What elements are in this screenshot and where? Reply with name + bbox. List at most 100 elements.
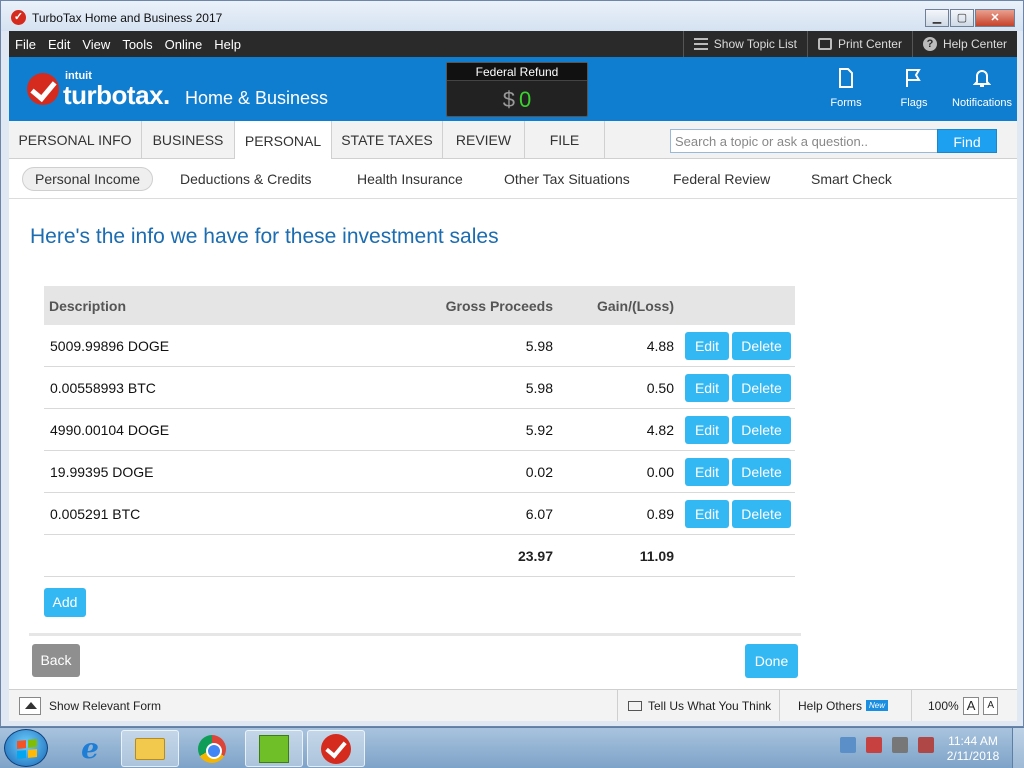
- subtab-personal-income[interactable]: Personal Income: [22, 167, 154, 191]
- total-gain: 11.09: [639, 548, 674, 564]
- zoom-controls: 100% A A: [911, 690, 1017, 721]
- print-center-button[interactable]: Print Center: [806, 31, 912, 57]
- row-gain: 0.89: [646, 506, 674, 522]
- zoom-in-button[interactable]: A: [962, 696, 980, 715]
- tab-state-taxes[interactable]: STATE TAXES: [332, 121, 443, 159]
- flags-button[interactable]: Flags: [881, 67, 947, 109]
- row-description: 5009.99896 DOGE: [50, 338, 170, 354]
- delete-button[interactable]: Delete: [732, 458, 791, 486]
- row-gain: 0.00: [646, 464, 674, 480]
- tab-file[interactable]: FILE: [525, 121, 605, 159]
- menu-file[interactable]: File: [15, 37, 36, 52]
- find-button[interactable]: Find: [937, 129, 997, 153]
- maximize-icon[interactable]: ▢: [950, 9, 974, 27]
- row-description: 19.99395 DOGE: [50, 464, 154, 480]
- investment-sales-table: Description Gross Proceeds Gain/(Loss) 5…: [44, 286, 795, 577]
- row-proceeds: 6.07: [525, 506, 553, 522]
- edit-button[interactable]: Edit: [685, 458, 729, 486]
- forms-label: Forms: [830, 97, 862, 109]
- menu-view[interactable]: View: [82, 37, 110, 52]
- action-center-icon[interactable]: [840, 737, 856, 753]
- title-bar[interactable]: ✓ TurboTax Home and Business 2017 ▁ ▢ ✕: [1, 1, 1023, 31]
- federal-refund-meter[interactable]: Federal Refund $0: [446, 62, 588, 117]
- menu-edit[interactable]: Edit: [48, 37, 70, 52]
- subtab-smart-check[interactable]: Smart Check: [811, 167, 892, 191]
- feedback-label: Tell Us What You Think: [648, 698, 772, 713]
- total-proceeds: 23.97: [517, 548, 553, 564]
- network-icon[interactable]: [866, 737, 882, 753]
- show-desktop-button[interactable]: [1012, 728, 1024, 768]
- taskbar: e 11:44 AM 2/11/2018: [0, 727, 1024, 768]
- show-relevant-form-button[interactable]: Show Relevant Form: [19, 697, 161, 715]
- zoom-level: 100%: [928, 698, 959, 713]
- flags-label: Flags: [900, 97, 928, 109]
- zoom-out-button[interactable]: A: [983, 696, 999, 715]
- taskbar-chrome[interactable]: [183, 730, 241, 767]
- app-window: ✓ TurboTax Home and Business 2017 ▁ ▢ ✕ …: [0, 0, 1024, 727]
- delete-button[interactable]: Delete: [732, 416, 791, 444]
- main-tabs: PERSONAL INFO BUSINESS PERSONAL STATE TA…: [9, 121, 1017, 160]
- close-icon[interactable]: ✕: [975, 9, 1015, 27]
- minimize-icon[interactable]: ▁: [925, 9, 949, 27]
- row-proceeds: 5.92: [525, 422, 553, 438]
- volume-muted-icon[interactable]: [918, 737, 934, 753]
- row-description: 4990.00104 DOGE: [50, 422, 170, 438]
- menu-tools[interactable]: Tools: [122, 37, 152, 52]
- table-row: 0.00558993 BTC 5.98 0.50 Edit Delete: [44, 367, 795, 409]
- menu-help[interactable]: Help: [214, 37, 241, 52]
- display-icon[interactable]: [892, 737, 908, 753]
- subtab-other-tax-situations[interactable]: Other Tax Situations: [504, 167, 630, 191]
- main-content: Here's the info we have for these invest…: [9, 199, 1017, 689]
- taskbar-file-explorer[interactable]: [121, 730, 179, 767]
- page-title: Here's the info we have for these invest…: [30, 225, 499, 248]
- help-others-button[interactable]: Help Others New: [779, 690, 911, 721]
- edit-button[interactable]: Edit: [685, 332, 729, 360]
- done-button[interactable]: Done: [745, 644, 798, 678]
- delete-button[interactable]: Delete: [732, 332, 791, 360]
- refund-currency: $: [502, 87, 515, 112]
- delete-button[interactable]: Delete: [732, 500, 791, 528]
- edit-button[interactable]: Edit: [685, 374, 729, 402]
- tab-review[interactable]: REVIEW: [443, 121, 525, 159]
- printer-icon: [817, 38, 832, 50]
- add-button[interactable]: Add: [44, 588, 86, 617]
- feedback-button[interactable]: Tell Us What You Think: [617, 690, 779, 721]
- row-gain: 0.50: [646, 380, 674, 396]
- window-controls: ▁ ▢ ✕: [924, 9, 1015, 27]
- table-row: 5009.99896 DOGE 5.98 4.88 Edit Delete: [44, 325, 795, 367]
- back-button[interactable]: Back: [32, 644, 80, 677]
- subtab-health-insurance[interactable]: Health Insurance: [357, 167, 463, 191]
- status-bar: Show Relevant Form Tell Us What You Thin…: [9, 689, 1017, 721]
- taskbar-green-app[interactable]: [245, 730, 303, 767]
- tab-personal-info[interactable]: PERSONAL INFO: [9, 121, 142, 159]
- notifications-button[interactable]: Notifications: [949, 67, 1015, 109]
- start-button[interactable]: [4, 729, 48, 767]
- edit-button[interactable]: Edit: [685, 500, 729, 528]
- window-title: TurboTax Home and Business 2017: [32, 11, 223, 25]
- help-center-button[interactable]: ? Help Center: [911, 31, 1017, 57]
- taskbar-internet-explorer[interactable]: e: [61, 730, 119, 767]
- edit-button[interactable]: Edit: [685, 416, 729, 444]
- question-icon: ?: [922, 37, 937, 51]
- taskbar-clock[interactable]: 11:44 AM 2/11/2018: [940, 734, 1006, 764]
- row-description: 0.00558993 BTC: [50, 380, 156, 396]
- row-gain: 4.82: [646, 422, 674, 438]
- menu-online[interactable]: Online: [165, 37, 203, 52]
- turbotax-icon: [321, 733, 351, 764]
- taskbar-turbotax[interactable]: [307, 730, 365, 767]
- divider: [29, 633, 801, 636]
- delete-button[interactable]: Delete: [732, 374, 791, 402]
- show-topic-list-label: Show Topic List: [713, 37, 797, 51]
- subtab-deductions-credits[interactable]: Deductions & Credits: [180, 167, 312, 191]
- green-app-icon: [259, 734, 289, 763]
- tab-personal[interactable]: PERSONAL: [235, 121, 332, 160]
- print-center-label: Print Center: [837, 37, 902, 51]
- document-icon: [839, 68, 853, 88]
- search-input[interactable]: [670, 129, 938, 153]
- subtab-federal-review[interactable]: Federal Review: [673, 167, 770, 191]
- row-proceeds: 5.98: [525, 380, 553, 396]
- envelope-icon: [628, 700, 642, 711]
- show-topic-list-button[interactable]: Show Topic List: [682, 31, 807, 57]
- tab-business[interactable]: BUSINESS: [142, 121, 235, 159]
- forms-button[interactable]: Forms: [813, 67, 879, 109]
